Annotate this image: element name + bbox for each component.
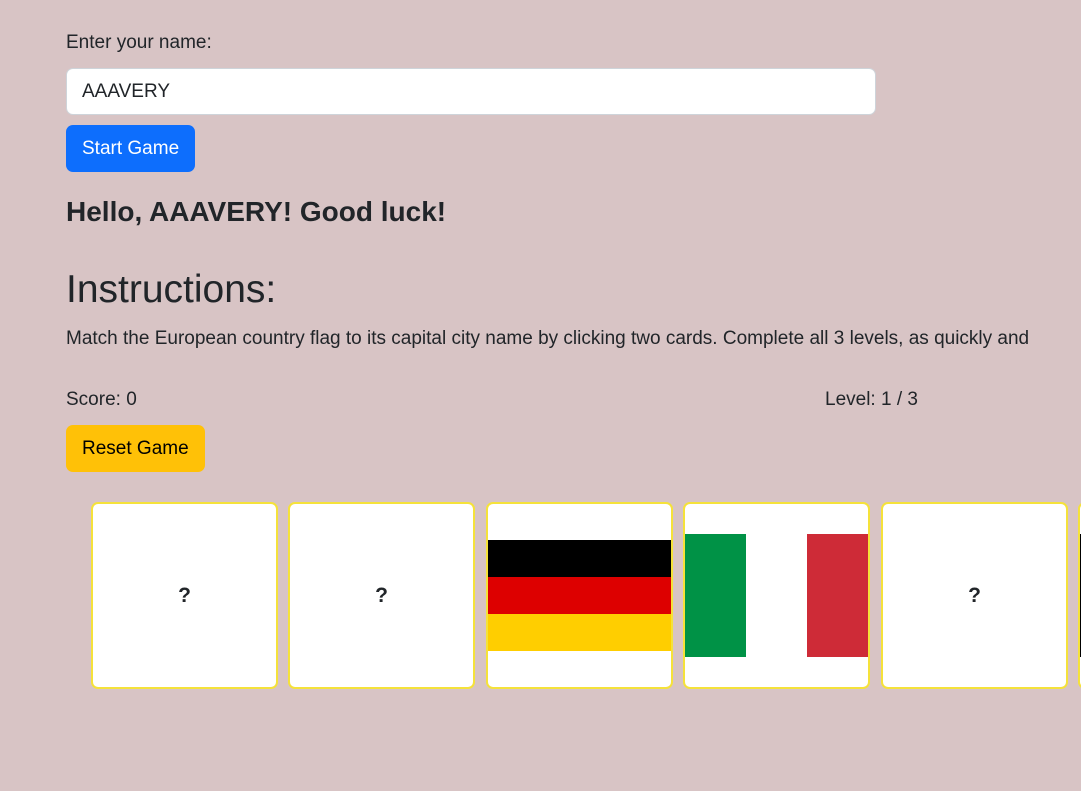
flag-stripe-white — [746, 534, 807, 657]
card-hidden[interactable]: ? — [881, 502, 1068, 689]
reset-game-button[interactable]: Reset Game — [66, 425, 205, 472]
level-display: Level: 1 / 3 — [825, 389, 918, 410]
score-display: Score: 0 — [66, 389, 137, 410]
start-game-button[interactable]: Start Game — [66, 125, 196, 172]
instructions-text: Match the European country flag to its c… — [66, 328, 1030, 349]
card-flag-italy[interactable] — [683, 502, 870, 689]
card-hidden[interactable]: ? — [91, 502, 278, 689]
germany-flag-icon — [488, 540, 671, 651]
flag-stripe-red — [807, 534, 868, 657]
flag-stripe-gold — [488, 614, 671, 651]
card-question-mark: ? — [968, 583, 981, 607]
instructions-title: Instructions: — [66, 268, 277, 311]
card-grid: ? ? ? — [91, 502, 1081, 690]
card-question-mark: ? — [178, 583, 191, 607]
flag-stripe-red — [488, 577, 671, 614]
card-question-mark: ? — [375, 583, 388, 607]
greeting-message: Hello, AAAVERY! Good luck! — [66, 196, 447, 227]
name-input[interactable] — [66, 68, 876, 115]
flag-stripe-green — [685, 534, 746, 657]
flag-stripe-black — [488, 540, 671, 577]
card-hidden[interactable]: ? — [288, 502, 475, 689]
name-label: Enter your name: — [66, 32, 212, 53]
italy-flag-icon — [685, 534, 868, 657]
card-flag-germany[interactable] — [486, 502, 673, 689]
